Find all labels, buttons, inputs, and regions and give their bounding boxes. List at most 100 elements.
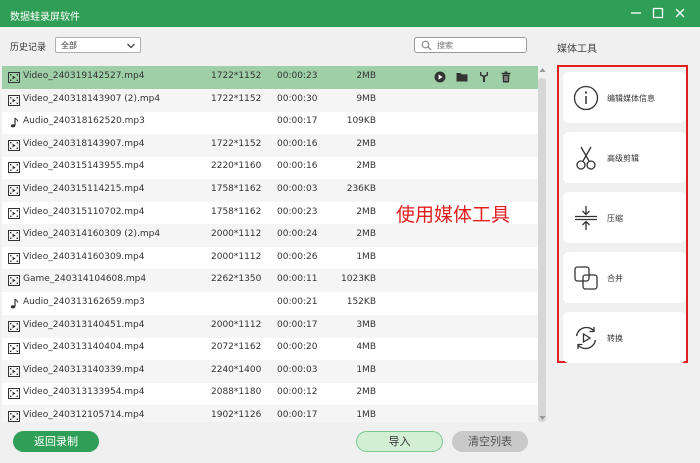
file-resolution: 1758*1162 [211, 184, 262, 194]
play-icon[interactable] [434, 71, 446, 83]
tool-convert[interactable]: 转换 [563, 312, 686, 363]
video-file-icon [8, 162, 20, 174]
file-duration: 00:00:23 [277, 206, 318, 217]
file-size: 2MB [356, 206, 376, 217]
video-file-icon [8, 252, 20, 264]
video-file-icon [8, 94, 20, 106]
tool-merge[interactable]: 合并 [563, 252, 686, 303]
tool-label: 高级剪辑 [607, 154, 639, 163]
back-to-record-button[interactable]: 返回录制 [13, 431, 99, 452]
file-resolution: 2000*1112 [211, 251, 262, 262]
video-file-icon [8, 230, 20, 242]
file-row[interactable]: Video_240313140451.mp4 2000*1112 00:00:17 3… [2, 314, 538, 338]
file-resolution: 2240*1400 [211, 364, 262, 375]
tools-icon[interactable] [478, 71, 490, 83]
file-size: 2MB [356, 138, 376, 149]
file-size: 109KB [346, 116, 376, 127]
tool-advanced-cut[interactable]: 高级剪辑 [563, 132, 686, 183]
tool-label: 合并 [607, 274, 623, 283]
file-name: Video_240313140404.mp4 [23, 342, 145, 353]
info-icon [573, 85, 599, 111]
audio-file-icon [10, 298, 19, 309]
file-name: Audio_240318162520.mp3 [23, 116, 145, 127]
file-size: 3MB [356, 319, 376, 330]
tool-label: 编辑媒体信息 [607, 94, 655, 103]
file-name: Video_240315110702.mp4 [23, 206, 145, 217]
file-row[interactable]: Video_240318143907.mp4 1722*1152 00:00:16 2… [2, 133, 538, 157]
audio-file-icon [10, 117, 19, 128]
file-duration: 00:00:17 [277, 410, 318, 420]
window-title: 数据蛙录屏软件 [10, 12, 80, 23]
file-name: Video_240313133954.mp4 [23, 387, 145, 398]
file-name: Video_240315114215.mp4 [23, 184, 145, 194]
search-input[interactable] [437, 39, 523, 51]
tool-label: 压缩 [607, 214, 623, 223]
file-row[interactable]: Video_240318143907 (2).mp4 1722*1152 00:00… [2, 88, 538, 112]
tool-edit-media-info[interactable]: 编辑媒体信息 [563, 72, 686, 123]
video-file-icon [8, 343, 20, 355]
file-resolution: 2088*1180 [211, 387, 262, 398]
compress-icon [575, 206, 597, 230]
file-size: 2MB [356, 161, 376, 172]
file-duration: 00:00:12 [277, 387, 318, 398]
file-row[interactable]: Video_240313140404.mp4 2072*1162 00:00:20 4… [2, 337, 538, 360]
minimize-icon[interactable] [629, 6, 643, 20]
file-name: Video_240313140339.mp4 [23, 364, 145, 375]
file-name: Video_240318143907.mp4 [23, 138, 145, 149]
video-file-icon [8, 365, 20, 377]
video-file-icon [8, 411, 20, 422]
tool-label: 转换 [607, 334, 623, 343]
video-file-icon [8, 275, 20, 287]
file-row[interactable]: Video_240313140339.mp4 2240*1400 00:00:03 1… [2, 359, 538, 383]
merge-icon [574, 266, 598, 290]
history-label: 历史记录 [10, 43, 47, 53]
folder-icon[interactable] [456, 71, 468, 83]
title-bar: 数据蛙录屏软件 [0, 0, 700, 27]
scroll-up-icon[interactable] [539, 66, 546, 74]
maximize-icon[interactable] [651, 6, 665, 20]
file-row[interactable]: Video_240315143955.mp4 2220*1160 00:00:16 2… [2, 156, 538, 179]
media-tools-panel: 编辑媒体信息 高级剪辑 压缩 合并 转换 [557, 65, 688, 363]
scroll-down-icon[interactable] [539, 414, 546, 422]
file-size: 2MB [356, 229, 376, 240]
file-name: Video_240318143907 (2).mp4 [23, 93, 161, 104]
file-resolution: 1758*1162 [211, 206, 262, 217]
list-scrollbar[interactable] [538, 78, 546, 422]
file-size: 2MB [356, 71, 376, 81]
search-box[interactable] [414, 37, 527, 53]
import-button[interactable]: 导入 [356, 431, 443, 452]
history-filter-select[interactable]: 全部 [55, 37, 141, 53]
file-duration: 00:00:11 [277, 274, 318, 285]
use-media-tools-annotation: 使用媒体工具 [396, 204, 511, 226]
file-row[interactable]: Audio_240318162520.mp3 00:00:17 109KB [2, 111, 538, 134]
video-file-icon [8, 320, 20, 332]
file-name: Video_240314160309.mp4 [23, 251, 145, 262]
file-name: Game_240314104608.mp4 [23, 274, 147, 285]
file-row[interactable]: Video_240315114215.mp4 1758*1162 00:00:03 2… [2, 179, 538, 202]
file-row[interactable]: Video_240313133954.mp4 2088*1180 00:00:12 2… [2, 382, 538, 405]
file-duration: 00:00:16 [277, 161, 318, 172]
file-duration: 00:00:17 [277, 319, 318, 330]
file-duration: 00:00:16 [277, 138, 318, 149]
file-row[interactable]: Audio_240313162659.mp3 00:00:21 152KB [2, 292, 538, 315]
close-icon[interactable] [673, 6, 687, 20]
file-row[interactable]: Video_240314160309.mp4 2000*1112 00:00:26 1… [2, 247, 538, 270]
file-size: 1023KB [341, 274, 376, 285]
file-resolution: 1722*1152 [211, 71, 262, 81]
file-resolution: 1902*1126 [211, 410, 262, 420]
file-name: Audio_240313162659.mp3 [23, 297, 145, 307]
trash-icon[interactable] [500, 71, 512, 83]
media-tools-title: 媒体工具 [557, 44, 597, 55]
file-row[interactable]: Video_240319142527.mp4 1722*1152 00:00:23 2… [2, 66, 538, 89]
clear-list-button[interactable]: 清空列表 [452, 431, 528, 452]
file-row[interactable]: Video_240314160309 (2).mp4 2000*1112 00:00… [2, 224, 538, 248]
file-duration: 00:00:03 [277, 184, 318, 194]
file-duration: 00:00:30 [277, 93, 318, 104]
file-row[interactable]: Video_240312105714.mp4 1902*1126 00:00:17 1… [2, 405, 538, 422]
file-row[interactable]: Game_240314104608.mp4 2262*1350 00:00:11 10… [2, 269, 538, 293]
convert-icon [575, 326, 597, 350]
tool-compress[interactable]: 压缩 [563, 192, 686, 243]
file-size: 1MB [356, 251, 376, 262]
file-list: Video_240319142527.mp4 1722*1152 00:00:23 2… [2, 66, 538, 422]
video-file-icon [8, 388, 20, 400]
